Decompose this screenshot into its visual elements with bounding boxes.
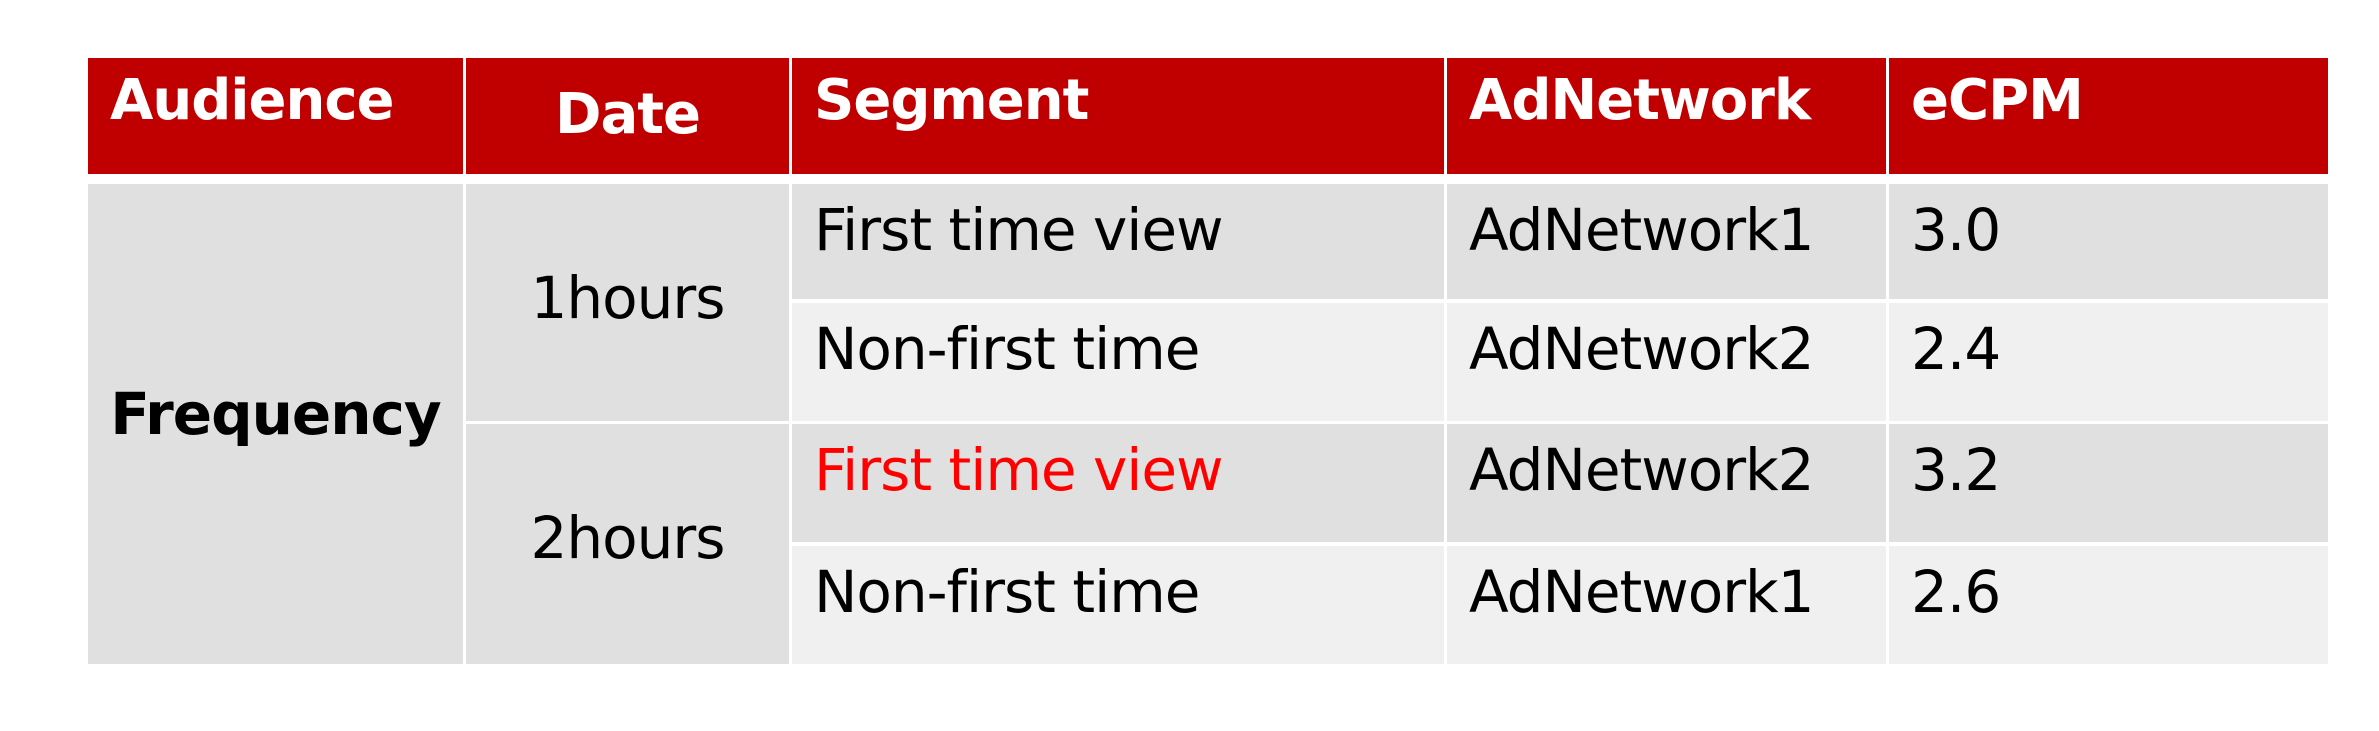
date-cell-2: 2hours xyxy=(466,424,789,664)
table-row-3-adnetwork: AdNetwork2 xyxy=(1447,424,1886,542)
table-row-2-segment: Non-first time xyxy=(792,303,1444,421)
date-cell-1: 1hours xyxy=(466,184,789,421)
table-row-4-segment: Non-first time xyxy=(792,546,1444,664)
header-ecpm: eCPM xyxy=(1889,58,2328,174)
date-label-2: 2hours xyxy=(530,504,726,572)
ecpm-text: 2.6 xyxy=(1911,558,2001,626)
adnetwork-text: AdNetwork2 xyxy=(1469,436,1815,504)
audience-label: Frequency xyxy=(110,380,441,448)
header-date: Date xyxy=(466,58,789,174)
header-segment: Segment xyxy=(792,58,1444,174)
segment-text: Non-first time xyxy=(814,315,1200,383)
table-row-1-adnetwork: AdNetwork1 xyxy=(1447,184,1886,299)
date-label-1: 1hours xyxy=(530,264,726,332)
ecpm-text: 3.2 xyxy=(1911,436,2001,504)
segment-text-highlighted: First time view xyxy=(814,436,1224,504)
audience-cell: Frequency xyxy=(88,184,463,664)
header-adnetwork: AdNetwork xyxy=(1447,58,1886,174)
table-row-4-adnetwork: AdNetwork1 xyxy=(1447,546,1886,664)
adnetwork-text: AdNetwork1 xyxy=(1469,558,1815,626)
header-date-label: Date xyxy=(554,82,701,147)
table-row-4-ecpm: 2.6 xyxy=(1889,546,2328,664)
adnetwork-text: AdNetwork2 xyxy=(1469,315,1815,383)
table-row-3-segment: First time view xyxy=(792,424,1444,542)
header-ecpm-label: eCPM xyxy=(1911,68,2084,133)
header-audience-label: Audience xyxy=(110,68,395,133)
header-segment-label: Segment xyxy=(814,68,1089,133)
table-row-2-adnetwork: AdNetwork2 xyxy=(1447,303,1886,421)
table-row-1-segment: First time view xyxy=(792,184,1444,299)
header-audience: Audience xyxy=(88,58,463,174)
table-row-1-ecpm: 3.0 xyxy=(1889,184,2328,299)
segment-text: First time view xyxy=(814,196,1224,264)
table-row-2-ecpm: 2.4 xyxy=(1889,303,2328,421)
header-adnetwork-label: AdNetwork xyxy=(1469,68,1811,133)
ecpm-text: 3.0 xyxy=(1911,196,2001,264)
ecpm-text: 2.4 xyxy=(1911,315,2001,383)
segment-text: Non-first time xyxy=(814,558,1200,626)
table-row-3-ecpm: 3.2 xyxy=(1889,424,2328,542)
adnetwork-text: AdNetwork1 xyxy=(1469,196,1815,264)
